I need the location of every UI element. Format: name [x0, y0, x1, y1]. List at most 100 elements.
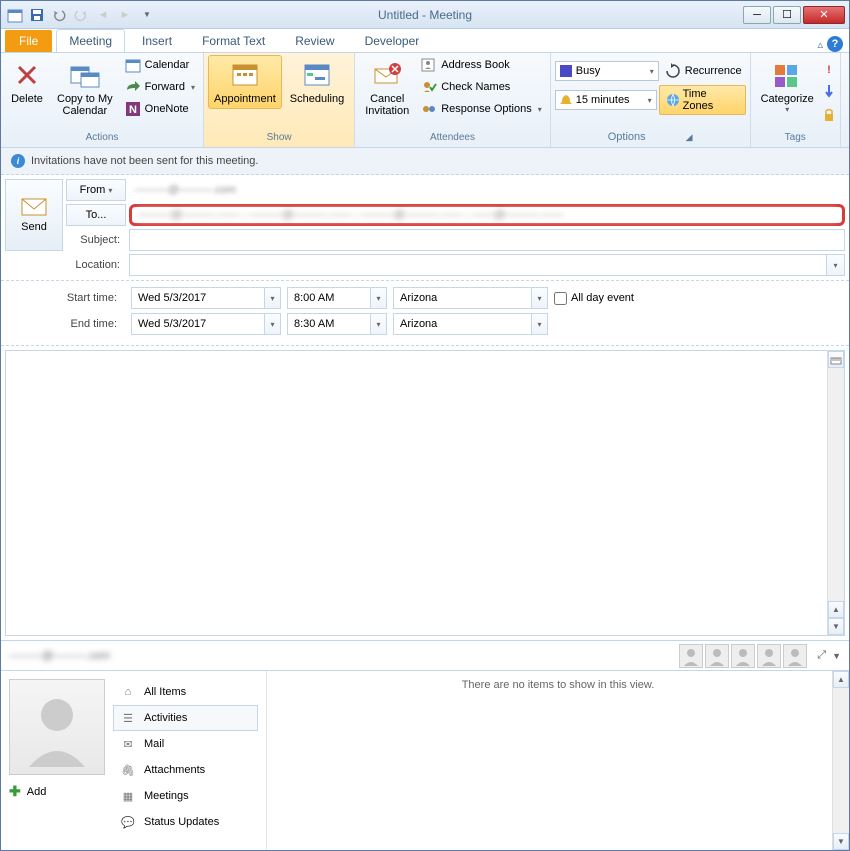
recurrence-icon — [665, 63, 681, 79]
address-book-button[interactable]: Address Book — [417, 55, 546, 75]
avatar-thumb[interactable] — [705, 644, 729, 668]
tab-review[interactable]: Review — [282, 29, 347, 52]
group-show: Appointment Scheduling Show — [204, 53, 355, 147]
nav-all-items[interactable]: ⌂All Items — [113, 679, 258, 705]
from-button[interactable]: From▾ — [66, 179, 126, 201]
nav-activities[interactable]: ☰Activities — [113, 705, 258, 731]
save-icon[interactable] — [27, 5, 47, 25]
info-text: Invitations have not been sent for this … — [31, 155, 258, 167]
calendar-icon[interactable] — [5, 5, 25, 25]
check-names-button[interactable]: Check Names — [417, 77, 546, 97]
show-as-combo[interactable]: Busy▾ — [555, 61, 659, 81]
zoom-button[interactable]: Zoom — [845, 55, 850, 109]
undo-icon[interactable] — [49, 5, 69, 25]
qat-more-icon[interactable]: ▼ — [137, 5, 157, 25]
scroll-up-icon[interactable]: ▲ — [833, 671, 849, 688]
nav-meetings[interactable]: ▦Meetings — [113, 783, 258, 809]
start-time-field[interactable]: 8:00 AM▾ — [287, 287, 387, 309]
categorize-button[interactable]: Categorize ▾ — [755, 55, 820, 118]
tab-developer[interactable]: Developer — [352, 29, 433, 52]
nav-status[interactable]: 💬Status Updates — [113, 809, 258, 835]
private-icon[interactable] — [822, 107, 836, 123]
message-body[interactable]: ▲ ▼ — [5, 350, 845, 636]
body-ruler-icon[interactable] — [828, 351, 844, 368]
scheduling-button[interactable]: Scheduling — [284, 55, 350, 109]
maximize-button[interactable]: ☐ — [773, 6, 801, 24]
help-icon[interactable]: ? — [827, 36, 843, 52]
close-button[interactable]: ✕ — [803, 6, 845, 24]
end-tz-field[interactable]: Arizona▾ — [393, 313, 548, 335]
appointment-button[interactable]: Appointment — [208, 55, 282, 109]
categorize-icon — [771, 59, 803, 91]
forward-button[interactable]: Forward▾ — [121, 77, 199, 97]
location-field[interactable] — [129, 254, 827, 276]
expand-icon[interactable]: ⤢ — [817, 649, 826, 662]
nav-attachments[interactable]: 🖇Attachments — [113, 757, 258, 783]
redo-icon[interactable] — [71, 5, 91, 25]
appointment-icon — [229, 59, 261, 91]
tab-format-text[interactable]: Format Text — [189, 29, 278, 52]
response-options-button[interactable]: Response Options▾ — [417, 99, 546, 119]
calendar-small-icon — [125, 57, 141, 73]
send-icon — [20, 197, 48, 217]
collapse-icon[interactable]: ▼ — [832, 651, 841, 661]
people-scrollbar[interactable]: ▲ ▼ — [832, 671, 849, 850]
minimize-button[interactable]: ─ — [743, 6, 771, 24]
delete-button[interactable]: Delete — [5, 55, 49, 109]
location-label: Location: — [66, 256, 126, 274]
tab-file[interactable]: File — [5, 30, 52, 52]
start-time-label: Start time: — [5, 292, 125, 304]
scroll-down-icon[interactable]: ▼ — [833, 833, 849, 850]
start-date-field[interactable]: Wed 5/3/2017▾ — [131, 287, 281, 309]
svg-text:N: N — [129, 104, 137, 116]
to-button[interactable]: To... — [66, 204, 126, 226]
avatar-thumb[interactable] — [679, 644, 703, 668]
ribbon-tabs: File Meeting Insert Format Text Review D… — [1, 29, 849, 53]
empty-text: There are no items to show in this view. — [462, 679, 655, 691]
scrollbar-vertical[interactable]: ▲ ▼ — [827, 351, 844, 635]
plus-icon: ✚ — [9, 783, 21, 800]
avatar-thumb[interactable] — [731, 644, 755, 668]
onenote-icon: N — [125, 101, 141, 117]
next-icon[interactable]: ► — [115, 5, 135, 25]
people-pane-header: ———@———.com ⤢ ▼ — [1, 641, 849, 671]
calendar-button[interactable]: Calendar — [121, 55, 199, 75]
prev-icon[interactable]: ◄ — [93, 5, 113, 25]
add-contact-button[interactable]: ✚Add — [9, 783, 105, 800]
avatar-thumb[interactable] — [783, 644, 807, 668]
scroll-down-icon[interactable]: ▼ — [828, 618, 844, 635]
group-zoom: Zoom Zoom — [841, 53, 850, 147]
grid-icon: ▦ — [120, 788, 136, 804]
copy-to-calendar-button[interactable]: Copy to My Calendar — [51, 55, 119, 121]
to-field[interactable] — [129, 204, 845, 226]
info-icon: i — [11, 154, 25, 168]
addressbook-icon — [421, 57, 437, 73]
cancel-invitation-button[interactable]: Cancel Invitation — [359, 55, 415, 121]
tab-insert[interactable]: Insert — [129, 29, 185, 52]
people-pane-left: ✚Add ⌂All Items ☰Activities ✉Mail 🖇Attac… — [1, 671, 266, 850]
end-date-field[interactable]: Wed 5/3/2017▾ — [131, 313, 281, 335]
avatar-thumb[interactable] — [757, 644, 781, 668]
scheduling-icon — [301, 59, 333, 91]
group-tags: Categorize ▾ ! Tags — [751, 53, 841, 147]
high-importance-icon[interactable]: ! — [822, 59, 836, 77]
reminder-combo[interactable]: 15 minutes▾ — [555, 90, 657, 110]
end-time-field[interactable]: 8:30 AM▾ — [287, 313, 387, 335]
nav-mail[interactable]: ✉Mail — [113, 731, 258, 757]
scroll-up-icon[interactable]: ▲ — [828, 601, 844, 618]
speech-icon: 💬 — [120, 814, 136, 830]
time-zones-button[interactable]: Time Zones — [659, 85, 746, 115]
options-launcher-icon[interactable]: ◢ — [686, 132, 693, 143]
all-day-checkbox[interactable]: All day event — [554, 292, 845, 305]
tab-meeting[interactable]: Meeting — [56, 29, 125, 52]
ribbon-minimize-icon[interactable]: ▵ — [817, 38, 823, 51]
time-area: Start time: Wed 5/3/2017▾ 8:00 AM▾ Arizo… — [1, 281, 849, 346]
send-button[interactable]: Send — [5, 179, 63, 251]
recurrence-button[interactable]: Recurrence — [661, 61, 746, 81]
location-dropdown[interactable]: ▾ — [827, 254, 845, 276]
start-tz-field[interactable]: Arizona▾ — [393, 287, 548, 309]
onenote-button[interactable]: NOneNote — [121, 99, 199, 119]
people-pane-content: There are no items to show in this view.… — [266, 671, 849, 850]
low-importance-icon[interactable] — [822, 83, 836, 101]
subject-field[interactable] — [129, 229, 845, 251]
